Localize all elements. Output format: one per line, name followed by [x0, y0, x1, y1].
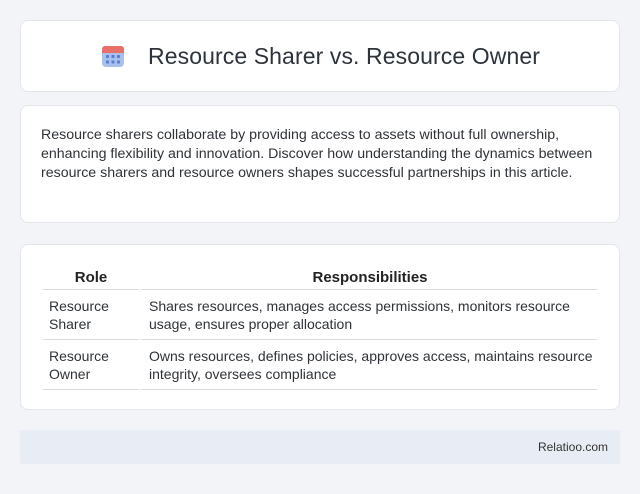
footer-site-link[interactable]: Relatioo.com	[538, 440, 608, 454]
calendar-icon	[100, 43, 126, 69]
header-role: Role	[43, 263, 139, 290]
comparison-table-card: Role Responsibilities Resource Sharer Sh…	[20, 244, 620, 410]
footer: Relatioo.com	[20, 430, 620, 464]
intro-paragraph: Resource sharers collaborate by providin…	[41, 127, 593, 182]
page-title: Resource Sharer vs. Resource Owner	[148, 42, 540, 69]
table-row: Resource Owner Owns resources, defines p…	[43, 340, 597, 390]
responsibilities-cell: Owns resources, defines policies, approv…	[139, 340, 597, 390]
title-row: Resource Sharer vs. Resource Owner	[100, 43, 540, 70]
table-row: Resource Sharer Shares resources, manage…	[43, 290, 597, 340]
responsibilities-cell: Shares resources, manages access permiss…	[139, 290, 597, 340]
header-responsibilities: Responsibilities	[139, 263, 597, 290]
comparison-table: Role Responsibilities Resource Sharer Sh…	[43, 263, 597, 390]
role-cell: Resource Sharer	[43, 290, 139, 340]
table-header-row: Role Responsibilities	[43, 263, 597, 290]
title-card: Resource Sharer vs. Resource Owner	[20, 20, 620, 92]
role-cell: Resource Owner	[43, 340, 139, 390]
intro-card: Resource sharers collaborate by providin…	[20, 105, 620, 223]
